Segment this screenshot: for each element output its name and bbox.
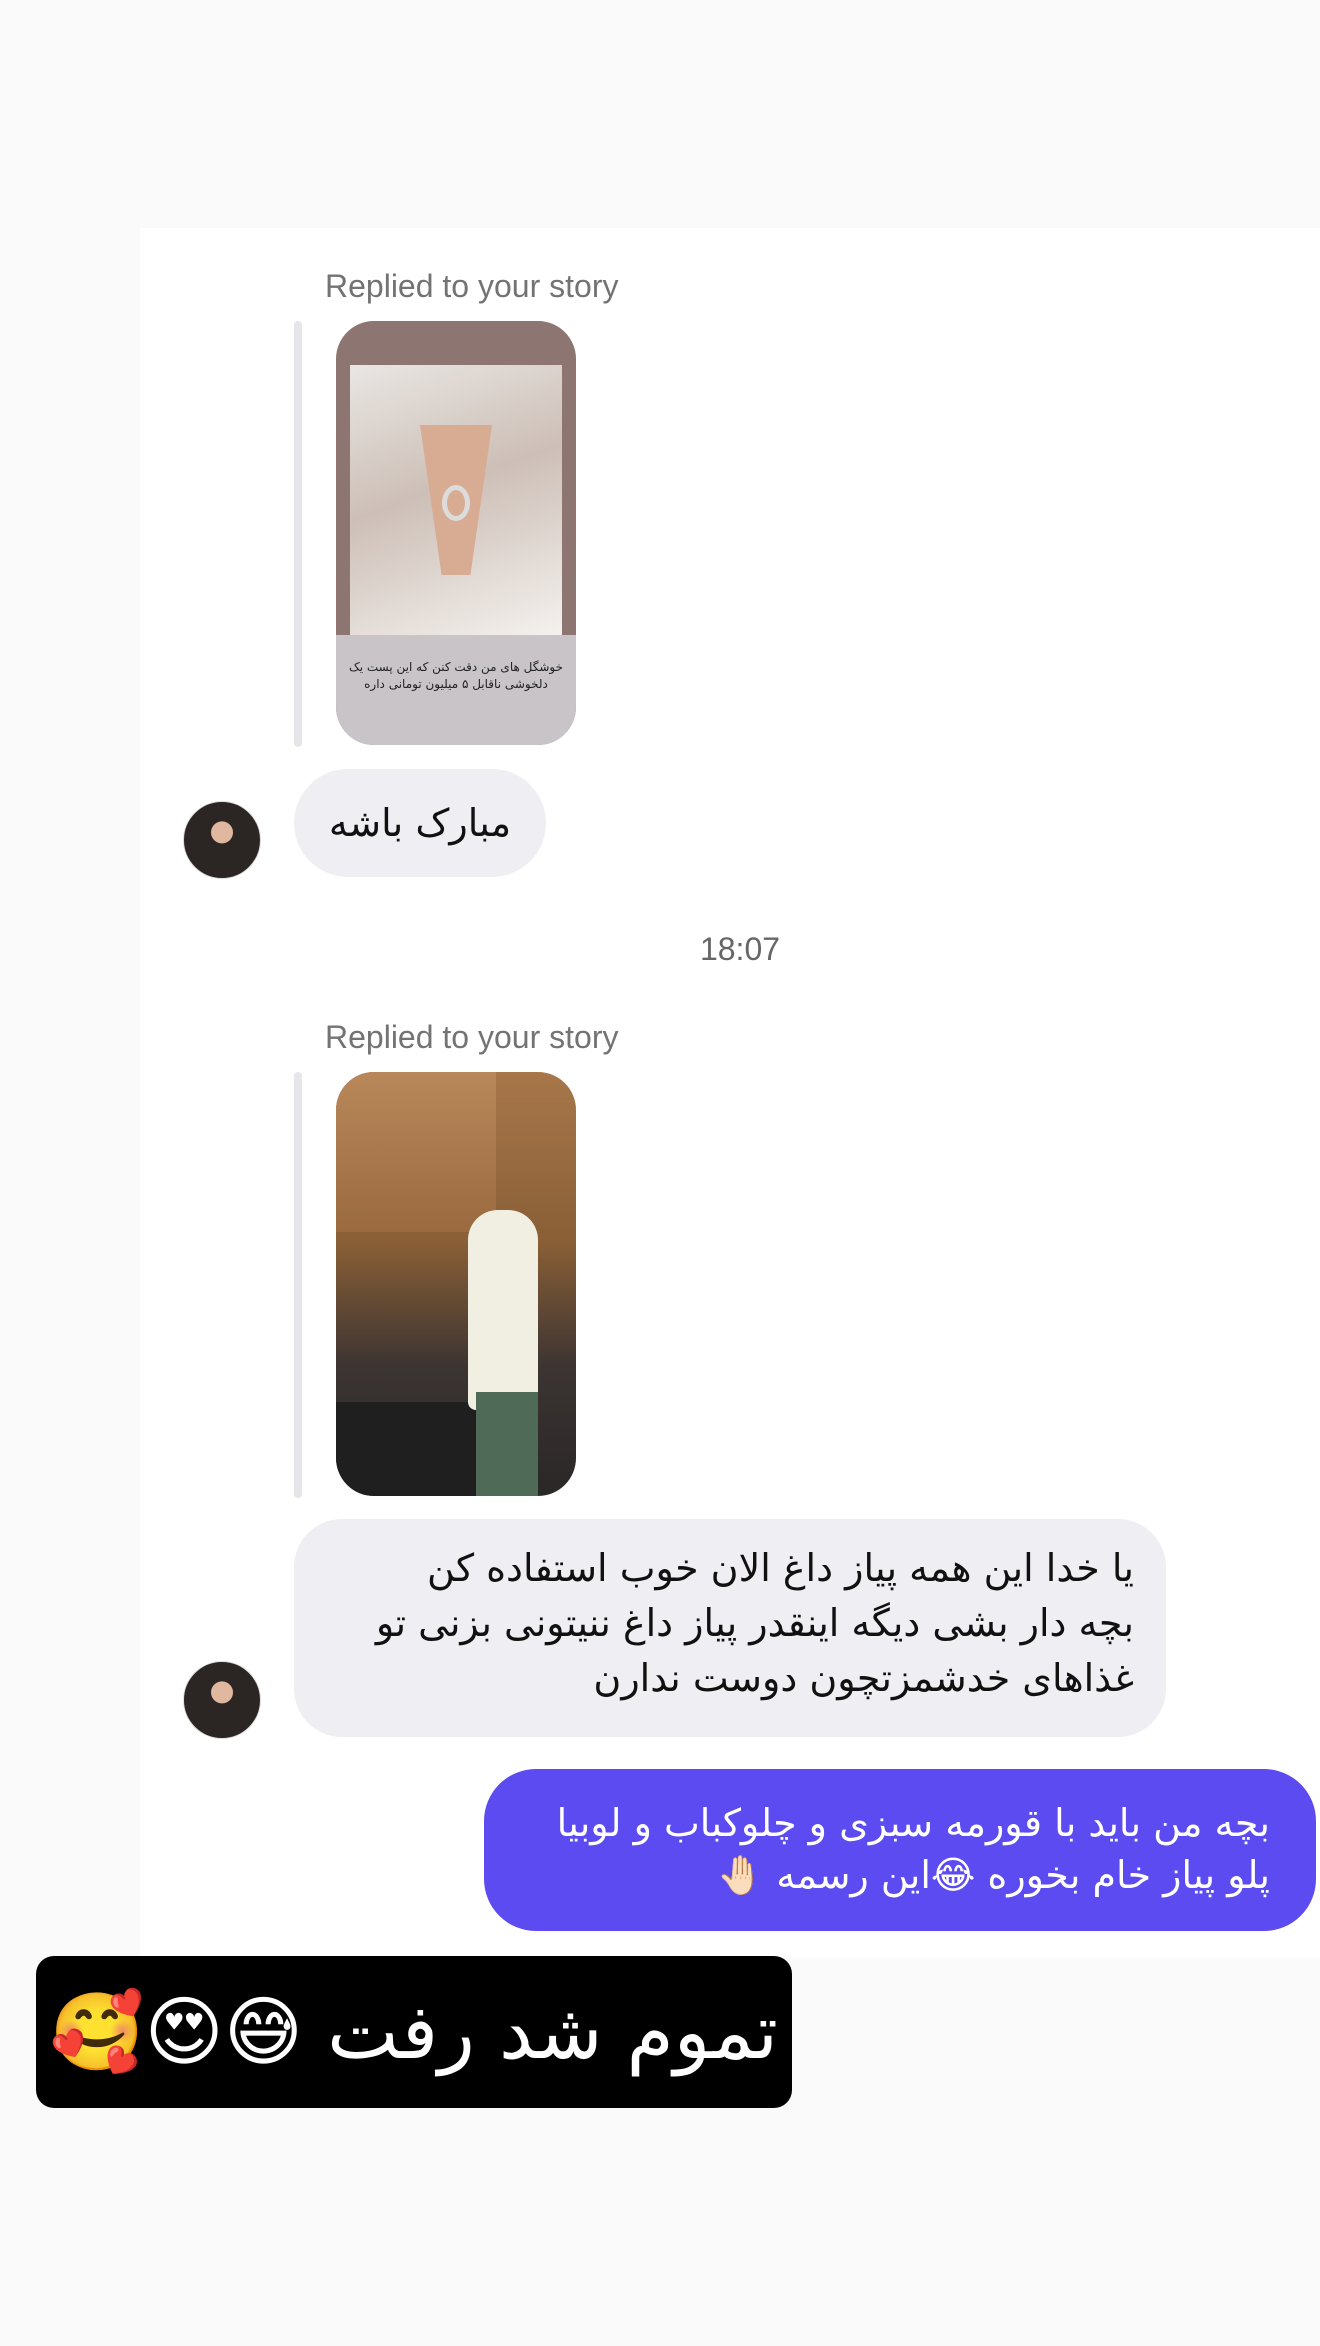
overlay-caption: تموم شد رفت 😅😍🥰 xyxy=(36,1956,792,2108)
reply-indicator-bar xyxy=(294,321,302,747)
reply-indicator-bar xyxy=(294,1072,302,1498)
outgoing-message[interactable]: بچه من باید با قورمه سبزی و چلوکباب و لو… xyxy=(484,1769,1316,1931)
replied-label: Replied to your story xyxy=(325,1019,619,1055)
story-thumbnail[interactable]: خوشگل های من دقت کنن که این پست یک دلخوش… xyxy=(336,321,576,745)
incoming-message[interactable]: مبارک باشه xyxy=(294,769,546,877)
necklace-pendant xyxy=(442,485,470,521)
story-thumbnail[interactable] xyxy=(336,1072,576,1496)
story-photo xyxy=(350,365,562,635)
avatar[interactable] xyxy=(183,1661,261,1739)
story-caption: خوشگل های من دقت کنن که این پست یک دلخوش… xyxy=(348,660,564,691)
stove xyxy=(336,1402,496,1496)
incoming-message[interactable]: یا خدا این همه پیاز داغ الان خوب استفاده… xyxy=(294,1519,1166,1737)
timestamp: 18:07 xyxy=(699,931,781,967)
replied-label: Replied to your story xyxy=(325,268,619,304)
story-person xyxy=(468,1210,538,1410)
avatar[interactable] xyxy=(183,801,261,879)
kitchen-cabinet xyxy=(336,1072,496,1232)
